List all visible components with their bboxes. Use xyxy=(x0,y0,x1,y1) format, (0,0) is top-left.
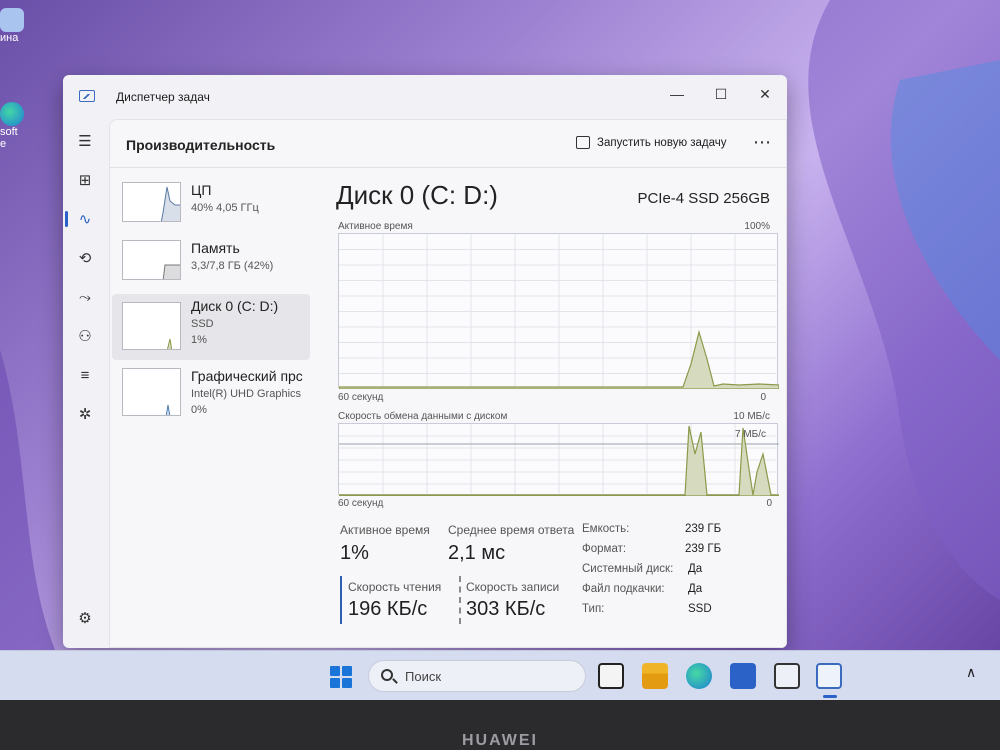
graph2-min-label: 0 xyxy=(766,498,772,509)
disk-detail-panel: Диск 0 (C: D:) PCIe-4 SSD 256GB Активное… xyxy=(336,178,786,647)
performance-page: Производительность Запустить новую задач… xyxy=(109,119,787,648)
search-icon xyxy=(381,669,393,681)
response-time-label: Среднее время ответа xyxy=(448,523,575,537)
start-button[interactable] xyxy=(330,666,352,688)
recycle-bin-icon xyxy=(0,8,24,32)
resource-name: Память xyxy=(191,240,240,256)
sidebar: ☰ ⊞ ∿ ⟲ ⤳ ⚇ ≡ ✲ ⚙ xyxy=(63,117,107,648)
resource-item-cpu[interactable]: ЦП 40% 4,05 ГГц xyxy=(112,178,310,244)
task-manager-taskbar-icon[interactable] xyxy=(816,663,842,689)
desktop-recycle-bin[interactable]: ина xyxy=(0,8,26,44)
cpu-thumbnail-graph xyxy=(122,182,181,222)
read-speed-value: 196 КБ/с xyxy=(348,598,428,620)
resource-usage: 0% xyxy=(191,404,207,416)
transfer-rate-graph xyxy=(338,423,779,496)
disk-thumbnail-graph xyxy=(122,302,181,350)
desktop-icon-label: ина xyxy=(0,32,19,44)
active-time-graph-label: Активное время xyxy=(338,221,413,232)
page-file-value: Да xyxy=(688,583,703,595)
taskbar: Поиск ∧ xyxy=(0,650,1000,700)
desktop-icon-label: soft e xyxy=(0,126,18,150)
graph2-time-label: 60 секунд xyxy=(338,498,384,509)
services-icon[interactable]: ✲ xyxy=(71,400,99,428)
active-app-indicator xyxy=(823,695,837,698)
disk-model: PCIe-4 SSD 256GB xyxy=(637,190,770,207)
window-title: Диспетчер задач xyxy=(116,90,210,104)
graph1-min-label: 0 xyxy=(760,392,766,403)
read-speed-label: Скорость чтения xyxy=(348,580,442,594)
write-speed-indicator xyxy=(459,576,461,624)
settings-icon[interactable]: ⚙ xyxy=(71,604,99,632)
processes-icon[interactable]: ⊞ xyxy=(71,166,99,194)
resource-detail: Intel(R) UHD Graphics xyxy=(191,388,302,400)
details-icon[interactable]: ≡ xyxy=(71,361,99,389)
graph1-time-label: 60 секунд xyxy=(338,392,384,403)
taskbar-search-box[interactable]: Поиск xyxy=(368,660,586,692)
minimize-button[interactable]: — xyxy=(655,81,699,107)
title-bar[interactable]: Диспетчер задач — ☐ ✕ xyxy=(63,75,787,117)
page-title: Производительность xyxy=(126,137,276,153)
write-speed-label: Скорость записи xyxy=(466,580,560,594)
transfer-graph-mid: 7 МБ/с xyxy=(734,429,766,440)
new-task-icon xyxy=(576,136,590,149)
resource-name: Диск 0 (C: D:) xyxy=(191,298,279,314)
edge-browser-icon[interactable] xyxy=(686,663,712,689)
active-time-graph xyxy=(338,233,779,389)
read-speed-indicator xyxy=(340,576,342,624)
resource-item-disk[interactable]: Диск 0 (C: D:) SSD 1% xyxy=(112,294,310,360)
device-brand-logo: HUAWEI xyxy=(462,732,538,749)
transfer-graph-max: 10 МБ/с xyxy=(733,411,770,422)
resource-usage: 1% xyxy=(191,334,207,346)
search-placeholder: Поиск xyxy=(405,669,442,684)
transfer-graph-label: Скорость обмена данными с диском xyxy=(338,411,508,422)
resource-name: ЦП xyxy=(191,182,212,198)
app-manager-icon[interactable] xyxy=(774,663,800,689)
resource-detail: SSD xyxy=(191,318,214,330)
task-manager-icon xyxy=(79,90,95,102)
response-time-value: 2,1 мс xyxy=(448,542,506,564)
page-header: Производительность Запустить новую задач… xyxy=(110,120,786,168)
active-indicator xyxy=(65,211,68,227)
file-explorer-icon[interactable] xyxy=(642,663,668,689)
desktop-edge[interactable]: soft e xyxy=(0,102,26,150)
show-hidden-icons-chevron-icon[interactable]: ∧ xyxy=(966,664,976,681)
type-label: Тип: xyxy=(582,603,605,615)
format-label: Формат: xyxy=(582,543,627,555)
disk-title: Диск 0 (C: D:) xyxy=(336,180,498,210)
page-file-label: Файл подкачки: xyxy=(582,583,665,595)
memory-thumbnail-graph xyxy=(122,240,181,280)
resource-name: Графический прс xyxy=(191,368,303,384)
hamburger-menu-icon[interactable]: ☰ xyxy=(71,127,99,155)
format-value: 239 ГБ xyxy=(685,543,722,555)
startup-apps-icon[interactable]: ⤳ xyxy=(71,283,99,311)
performance-icon[interactable]: ∿ xyxy=(71,205,99,233)
active-time-value: 1% xyxy=(340,542,369,564)
resource-item-memory[interactable]: Память 3,3/7,8 ГБ (42%) xyxy=(112,236,310,302)
system-disk-value: Да xyxy=(688,563,703,575)
resource-detail: 40% 4,05 ГГц xyxy=(191,202,259,214)
task-manager-window: Диспетчер задач — ☐ ✕ ☰ ⊞ ∿ ⟲ ⤳ ⚇ ≡ ✲ ⚙ … xyxy=(63,75,787,648)
microsoft-store-icon[interactable] xyxy=(730,663,756,689)
resource-item-gpu[interactable]: Графический прс Intel(R) UHD Graphics 0% xyxy=(112,364,310,430)
run-new-task-label: Запустить новую задачу xyxy=(597,136,727,149)
gpu-thumbnail-graph xyxy=(122,368,181,416)
write-speed-value: 303 КБ/с xyxy=(466,598,546,620)
run-new-task-button[interactable]: Запустить новую задачу xyxy=(576,136,727,149)
users-icon[interactable]: ⚇ xyxy=(71,322,99,350)
capacity-label: Емкость: xyxy=(582,523,630,535)
more-options-button[interactable]: ⋯ xyxy=(753,132,772,153)
maximize-button[interactable]: ☐ xyxy=(699,81,743,107)
close-button[interactable]: ✕ xyxy=(743,81,787,107)
type-value: SSD xyxy=(688,603,712,615)
system-disk-label: Системный диск: xyxy=(582,563,674,575)
active-time-label: Активное время xyxy=(340,523,430,537)
active-time-graph-max: 100% xyxy=(744,221,770,232)
task-view-icon[interactable] xyxy=(598,663,624,689)
capacity-value: 239 ГБ xyxy=(685,523,722,535)
windows-logo-icon xyxy=(330,666,340,676)
edge-icon xyxy=(0,102,24,126)
app-history-icon[interactable]: ⟲ xyxy=(71,244,99,272)
resource-detail: 3,3/7,8 ГБ (42%) xyxy=(191,260,274,272)
